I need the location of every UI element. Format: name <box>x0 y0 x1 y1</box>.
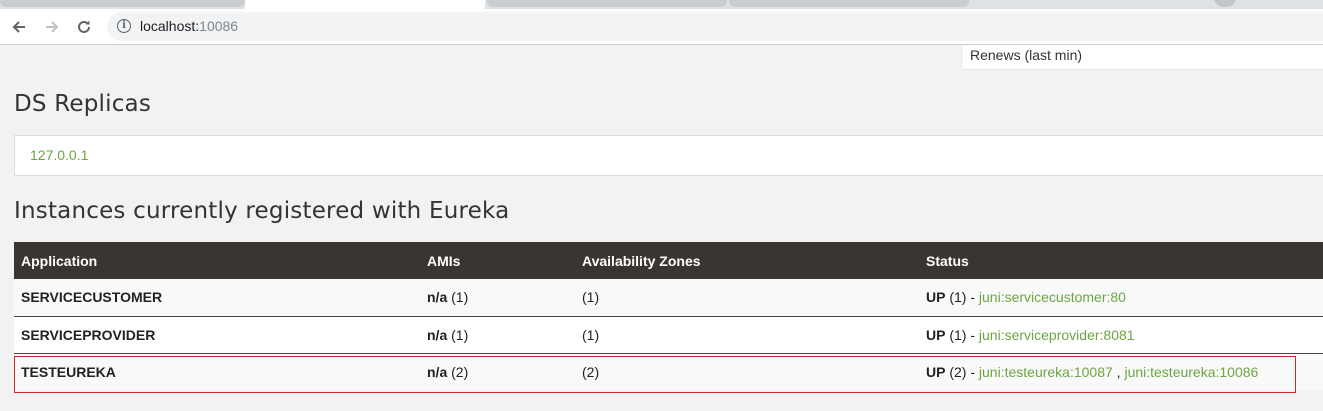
status-count: (2) - <box>945 363 979 380</box>
ami-value: n/a <box>427 326 448 343</box>
column-header-zones: Availability Zones <box>575 242 919 279</box>
instances-table: Application AMIs Availability Zones Stat… <box>14 242 1323 390</box>
browser-tab[interactable] <box>487 0 727 7</box>
table-row: SERVICEPROVIDER n/a (1) (1) UP (1) - jun… <box>14 316 1323 354</box>
reload-button[interactable] <box>72 15 96 39</box>
ami-cell: n/a (2) <box>420 353 575 390</box>
tab-strip <box>0 0 1323 9</box>
column-header-status: Status <box>919 242 1323 279</box>
ds-replicas-title: DS Replicas <box>14 91 152 117</box>
status-value: UP <box>926 289 946 306</box>
column-header-application: Application <box>14 242 420 279</box>
status-value: UP <box>926 363 946 380</box>
ami-count: (2) <box>447 363 469 380</box>
info-icon[interactable]: i <box>117 19 131 33</box>
arrow-left-icon <box>12 21 25 33</box>
url-port: 10086 <box>199 18 239 34</box>
instance-link[interactable]: juni:testeureka:10086 <box>1124 364 1258 380</box>
table-header-row: Application AMIs Availability Zones Stat… <box>14 242 1323 279</box>
arrow-right-icon <box>46 21 59 33</box>
replica-list: 127.0.0.1 <box>14 135 1323 176</box>
column-header-amis: AMIs <box>420 242 575 279</box>
application-name: SERVICEPROVIDER <box>21 326 156 343</box>
status-cell: UP (1) - juni:servicecustomer:80 <box>919 279 1323 317</box>
zones-cell: (1) <box>575 279 919 317</box>
table-row: TESTEUREKA n/a (2) (2) UP (2) - juni:tes… <box>14 353 1323 390</box>
ami-cell: n/a (1) <box>420 316 575 354</box>
back-button[interactable] <box>7 15 31 39</box>
instances-title: Instances currently registered with Eure… <box>14 198 510 224</box>
ami-count: (1) <box>447 289 469 306</box>
status-cell: UP (2) - juni:testeureka:10087 , juni:te… <box>919 353 1323 390</box>
status-count: (1) - <box>945 289 979 306</box>
application-name: TESTEUREKA <box>21 363 116 380</box>
ami-count: (1) <box>447 326 469 343</box>
instance-link[interactable]: juni:servicecustomer:80 <box>979 289 1126 305</box>
application-cell: SERVICEPROVIDER <box>14 316 420 354</box>
browser-tab[interactable] <box>0 0 245 7</box>
forward-button[interactable] <box>40 15 64 39</box>
browser-tab[interactable] <box>729 0 969 7</box>
browser-tab-active[interactable] <box>245 0 485 9</box>
instance-link[interactable]: juni:testeureka:10087 <box>979 364 1113 380</box>
ami-value: n/a <box>427 289 448 306</box>
application-name: SERVICECUSTOMER <box>21 289 163 306</box>
instance-link[interactable]: juni:serviceprovider:8081 <box>979 327 1135 343</box>
url-host: localhost: <box>140 18 200 34</box>
replica-link[interactable]: 127.0.0.1 <box>30 147 88 163</box>
browser-toolbar: i localhost:10086 <box>0 9 1323 45</box>
table-row: SERVICECUSTOMER n/a (1) (1) UP (1) - jun… <box>14 279 1323 317</box>
new-tab-button[interactable] <box>1214 0 1236 7</box>
status-value: UP <box>926 326 946 343</box>
ami-cell: n/a (1) <box>420 279 575 317</box>
url-text[interactable]: localhost:10086 <box>140 18 238 34</box>
application-cell: TESTEUREKA <box>14 353 420 390</box>
address-bar[interactable]: i localhost:10086 <box>107 12 1323 41</box>
reload-icon <box>78 20 90 33</box>
renews-label: Renews (last min) <box>970 47 1083 63</box>
zones-cell: (2) <box>575 353 919 390</box>
link-separator: , <box>1112 363 1125 380</box>
status-count: (1) - <box>945 326 979 343</box>
status-cell: UP (1) - juni:serviceprovider:8081 <box>919 316 1323 354</box>
application-cell: SERVICECUSTOMER <box>14 279 420 317</box>
ami-value: n/a <box>427 363 448 380</box>
zones-cell: (1) <box>575 316 919 354</box>
renews-cell: Renews (last min) <box>963 45 1323 70</box>
